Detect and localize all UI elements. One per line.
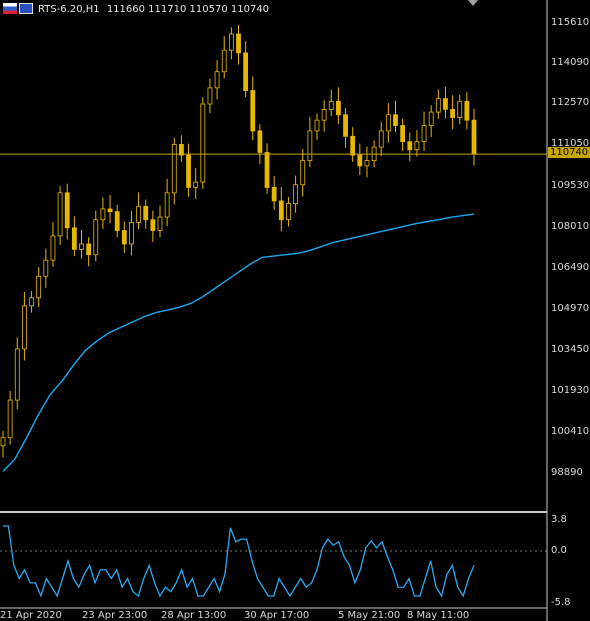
candle-body [193, 181, 199, 188]
candle-body [228, 33, 234, 51]
price-axis-label: 103450 [551, 344, 590, 355]
candle-body [271, 187, 277, 202]
ohlc-values: 111660 111710 110570 110740 [106, 4, 270, 15]
candle-body [86, 243, 92, 256]
candle-body [243, 52, 249, 91]
candle-body [36, 275, 42, 299]
candle-body [157, 216, 163, 231]
candle-body [57, 192, 63, 237]
price-axis-label: 106490 [551, 262, 590, 273]
candle-body [400, 125, 406, 143]
candle-body [385, 114, 391, 132]
time-axis-label: 8 May 11:00 [407, 610, 470, 621]
candle-body [435, 98, 441, 113]
candle-body [421, 125, 427, 143]
candle-body [450, 108, 455, 118]
time-axis-label: 5 May 21:00 [338, 610, 401, 621]
price-axis-label: 104970 [551, 303, 590, 314]
indicator-axis-label: 3.8 [551, 514, 567, 525]
price-axis-label: 98890 [551, 467, 583, 478]
candle-body [214, 71, 220, 89]
candle-body [114, 211, 120, 231]
candle-body [321, 108, 327, 121]
candle-body [143, 205, 149, 221]
candle-body [407, 141, 413, 151]
candle-body [129, 222, 134, 245]
candle-body [164, 192, 170, 218]
price-axis-label: 109530 [551, 180, 590, 191]
candle-body [200, 103, 206, 183]
symbol-label: RTS-6.20,H1 [38, 4, 100, 15]
candle-body [64, 192, 70, 229]
candle-body [443, 98, 448, 110]
candle-body [43, 259, 49, 277]
candle-body [100, 208, 106, 221]
candle-body [221, 49, 227, 73]
candle-body [186, 154, 191, 188]
time-axis-label: 28 Apr 13:00 [161, 610, 227, 621]
candle-body [257, 130, 263, 153]
candle-body [293, 184, 298, 204]
indicator-axis-label: 0.0 [551, 545, 567, 556]
candle-body [393, 114, 398, 126]
candle-body [179, 143, 184, 156]
chart-canvas[interactable] [0, 0, 590, 621]
price-axis-label: 115610 [551, 17, 590, 28]
candle-body [264, 152, 270, 188]
time-axis-label: 23 Apr 23:00 [82, 610, 148, 621]
oscillator-line [3, 525, 475, 598]
candle-body [250, 90, 256, 132]
candle-body [7, 399, 13, 439]
candle-body [278, 200, 284, 221]
candle-body [471, 119, 477, 155]
candle-body [29, 297, 34, 307]
time-axis-label: 30 Apr 17:00 [244, 610, 310, 621]
candle-body [286, 203, 291, 221]
currency-flag-icon [19, 3, 33, 14]
candle-body [428, 111, 434, 126]
candle-body [136, 205, 141, 223]
candle-body [300, 160, 306, 186]
price-axis-label: 100410 [551, 426, 590, 437]
price-candles [0, 24, 477, 458]
price-axis-label: 101930 [551, 385, 590, 396]
candle-body [414, 141, 420, 151]
price-axis-label: 114090 [551, 57, 590, 68]
candle-body [79, 243, 84, 250]
price-axis-label: 112570 [551, 97, 590, 108]
candle-body [350, 135, 356, 156]
current-price-tag: 110740 [548, 147, 590, 158]
chart-title: RTS-6.20,H1 111660 111710 110570 110740 [38, 4, 269, 15]
candle-body [50, 235, 56, 261]
candle-body [22, 305, 27, 350]
candle-body [378, 130, 384, 148]
candle-body [328, 100, 334, 110]
time-axis-label: 21 Apr 2020 [0, 610, 62, 621]
moving-average-line [2, 213, 475, 472]
candle-body [14, 348, 20, 401]
candle-body [93, 219, 99, 256]
candle-body [0, 437, 6, 447]
candle-body [207, 87, 213, 105]
candle-body [457, 100, 463, 118]
price-axis-label: 108010 [551, 221, 590, 232]
candle-body [464, 100, 470, 121]
chart-shift-marker-icon[interactable] [468, 0, 478, 6]
candle-body [314, 119, 320, 132]
candle-body [236, 33, 241, 54]
candle-body [343, 114, 348, 137]
symbol-flag-icon [3, 3, 17, 14]
candle-body [307, 130, 313, 161]
candle-body [364, 160, 370, 167]
candle-body [336, 100, 341, 116]
candle-body [121, 230, 127, 245]
candle-body [71, 227, 77, 250]
candle-body [107, 208, 113, 213]
candle-body [357, 154, 363, 167]
candle-body [171, 143, 177, 194]
indicator-axis-label: -5.8 [551, 597, 571, 608]
candle-body [150, 219, 156, 231]
